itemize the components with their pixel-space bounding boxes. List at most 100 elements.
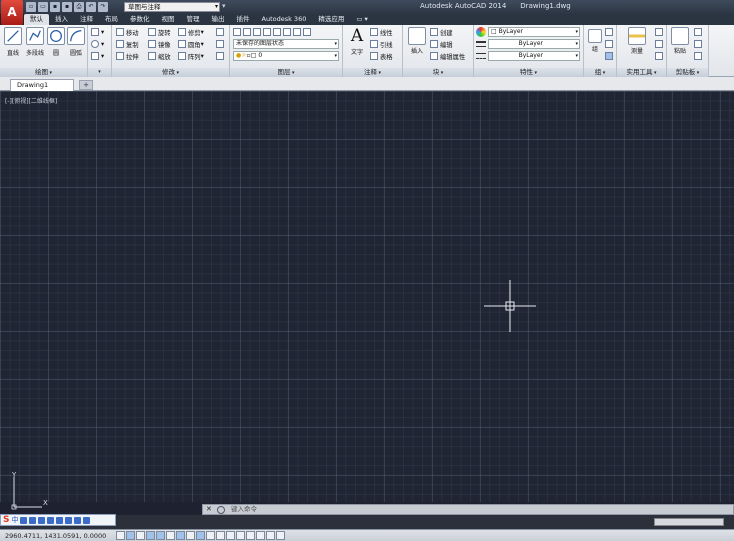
text-button[interactable]: A 文字 bbox=[346, 27, 368, 57]
tab-parametric[interactable]: 参数化 bbox=[124, 14, 156, 25]
selection-cycling-toggle[interactable] bbox=[236, 531, 245, 540]
layer-properties-icon[interactable] bbox=[233, 28, 241, 36]
layer-off-icon[interactable] bbox=[263, 28, 271, 36]
grid-toggle[interactable] bbox=[126, 531, 135, 540]
microphone-icon[interactable] bbox=[47, 516, 55, 524]
command-line[interactable]: ✕ 键入命令 bbox=[202, 504, 734, 515]
color-dropdown[interactable]: □ ByLayer bbox=[488, 27, 580, 37]
tab-annotate[interactable]: 注释 bbox=[74, 14, 99, 25]
ribbon-toggle[interactable]: ▭ ▾ bbox=[350, 14, 373, 25]
tab-autodesk-360[interactable]: Autodesk 360 bbox=[256, 14, 313, 25]
snap-mode-toggle[interactable] bbox=[116, 531, 125, 540]
offset-tool[interactable] bbox=[216, 51, 226, 61]
layer-state-icon[interactable] bbox=[243, 28, 251, 36]
panel-utilities-label[interactable]: 实用工具 bbox=[617, 68, 666, 77]
quick-view-layouts[interactable] bbox=[266, 531, 275, 540]
erase-tool[interactable] bbox=[216, 27, 226, 37]
search-icon[interactable] bbox=[217, 506, 225, 514]
panel-annotation-label[interactable]: 注释 bbox=[343, 68, 402, 77]
table-button[interactable]: 表格 bbox=[370, 51, 393, 61]
linetype-dropdown[interactable]: ByLayer bbox=[488, 39, 580, 49]
stretch-button[interactable]: 拉伸 bbox=[116, 51, 139, 61]
linear-dimension-button[interactable]: 线性 bbox=[370, 27, 393, 37]
lineweight-dropdown[interactable]: ByLayer bbox=[488, 51, 580, 61]
undo-icon[interactable]: ↶ bbox=[86, 2, 96, 12]
line-button[interactable]: 直线 bbox=[3, 27, 23, 57]
panel-layers-label[interactable]: 图层 bbox=[230, 68, 342, 77]
skin-icon[interactable] bbox=[65, 516, 73, 524]
layer-more-icon[interactable] bbox=[303, 28, 311, 36]
command-input[interactable]: 键入命令 bbox=[231, 505, 257, 514]
3d-osnap-toggle[interactable] bbox=[166, 531, 175, 540]
group-button[interactable]: 组 bbox=[586, 29, 604, 53]
ime-mode[interactable]: 中 bbox=[11, 515, 18, 525]
tools-icon[interactable] bbox=[83, 516, 91, 524]
hatch-tool[interactable]: ▾ bbox=[91, 51, 104, 61]
circle-button[interactable]: 圆 bbox=[46, 27, 66, 57]
ime-toolbar[interactable]: S 中 bbox=[0, 514, 116, 526]
rectangle-tool[interactable]: ▾ bbox=[91, 27, 104, 37]
panel-draw-label[interactable]: 绘图 bbox=[0, 68, 87, 77]
ellipse-tool[interactable]: ▾ bbox=[91, 39, 104, 49]
edit-block-button[interactable]: 编辑 bbox=[430, 39, 453, 49]
quick-select-tool[interactable] bbox=[655, 27, 665, 37]
emoji-icon[interactable] bbox=[38, 516, 46, 524]
tab-default[interactable]: 默认 bbox=[24, 14, 49, 25]
document-tab-drawing1[interactable]: Drawing1 bbox=[10, 79, 74, 91]
group-edit-tool[interactable] bbox=[605, 39, 615, 49]
open-file-icon[interactable]: ▭ bbox=[38, 2, 48, 12]
polar-toggle[interactable] bbox=[146, 531, 155, 540]
select-all-tool[interactable] bbox=[655, 39, 665, 49]
tab-plugins[interactable]: 插件 bbox=[231, 14, 256, 25]
viewport-controls[interactable]: [-][俯视][二维线框] bbox=[5, 96, 57, 105]
close-icon[interactable]: ✕ bbox=[206, 505, 212, 514]
tab-featured-apps[interactable]: 精选应用 bbox=[312, 14, 350, 25]
panel-properties-label[interactable]: 特性 bbox=[474, 68, 583, 77]
punctuation-icon[interactable] bbox=[29, 516, 37, 524]
qat-customize-icon[interactable]: ▾ bbox=[222, 2, 226, 10]
ungroup-tool[interactable] bbox=[605, 27, 615, 37]
measure-button[interactable]: 测量 bbox=[621, 27, 653, 55]
new-file-icon[interactable]: ▫ bbox=[26, 2, 36, 12]
annotation-monitor-toggle[interactable] bbox=[246, 531, 255, 540]
application-menu-button[interactable]: A bbox=[1, 0, 23, 25]
print-icon[interactable]: ⎙ bbox=[74, 2, 84, 12]
panel-modify-label[interactable]: 修改 bbox=[112, 68, 229, 77]
layer-lock-icon[interactable] bbox=[293, 28, 301, 36]
create-block-button[interactable]: 创建 bbox=[430, 27, 453, 37]
quick-view-drawings[interactable] bbox=[276, 531, 285, 540]
panel-block-label[interactable]: 块 bbox=[403, 68, 473, 77]
fillet-button[interactable]: 圆角 ▾ bbox=[178, 39, 204, 49]
horizontal-scrollbar[interactable] bbox=[654, 518, 724, 526]
rotate-button[interactable]: 旋转 bbox=[148, 27, 171, 37]
dyn-toggle[interactable] bbox=[196, 531, 205, 540]
array-button[interactable]: 阵列 ▾ bbox=[178, 51, 204, 61]
ortho-toggle[interactable] bbox=[136, 531, 145, 540]
redo-icon[interactable]: ↷ bbox=[98, 2, 108, 12]
ducs-toggle[interactable] bbox=[186, 531, 195, 540]
copy-base-tool[interactable] bbox=[694, 51, 704, 61]
leader-button[interactable]: 引线 bbox=[370, 39, 393, 49]
edit-attributes-button[interactable]: 编辑属性 bbox=[430, 51, 465, 61]
new-document-tab[interactable]: + bbox=[79, 80, 93, 90]
tab-manage[interactable]: 管理 bbox=[181, 14, 206, 25]
keyboard-icon[interactable] bbox=[56, 516, 64, 524]
calculator-tool[interactable] bbox=[655, 51, 665, 61]
drawing-canvas[interactable]: [-][俯视][二维线框] Y X bbox=[0, 91, 734, 510]
current-layer-dropdown[interactable]: ●☼▫□ 0 bbox=[233, 51, 339, 61]
moon-icon[interactable] bbox=[20, 516, 28, 524]
layer-isolate-icon[interactable] bbox=[273, 28, 281, 36]
lineweight-toggle[interactable] bbox=[206, 531, 215, 540]
paste-button[interactable]: 粘贴 bbox=[670, 27, 690, 55]
copy-button[interactable]: 复制 bbox=[116, 39, 139, 49]
save-as-icon[interactable]: ▪ bbox=[62, 2, 72, 12]
mirror-button[interactable]: 镜像 bbox=[148, 39, 171, 49]
workspace-dropdown[interactable]: 草图与注释 ▾ bbox=[124, 2, 220, 12]
save-icon[interactable]: ▪ bbox=[50, 2, 60, 12]
tab-insert[interactable]: 插入 bbox=[49, 14, 74, 25]
explode-tool[interactable] bbox=[216, 39, 226, 49]
panel-groups-label[interactable]: 组 bbox=[584, 68, 616, 77]
group-select-tool[interactable] bbox=[605, 51, 615, 61]
polyline-button[interactable]: 多段线 bbox=[25, 27, 45, 57]
arc-button[interactable]: 圆弧 bbox=[66, 27, 86, 57]
